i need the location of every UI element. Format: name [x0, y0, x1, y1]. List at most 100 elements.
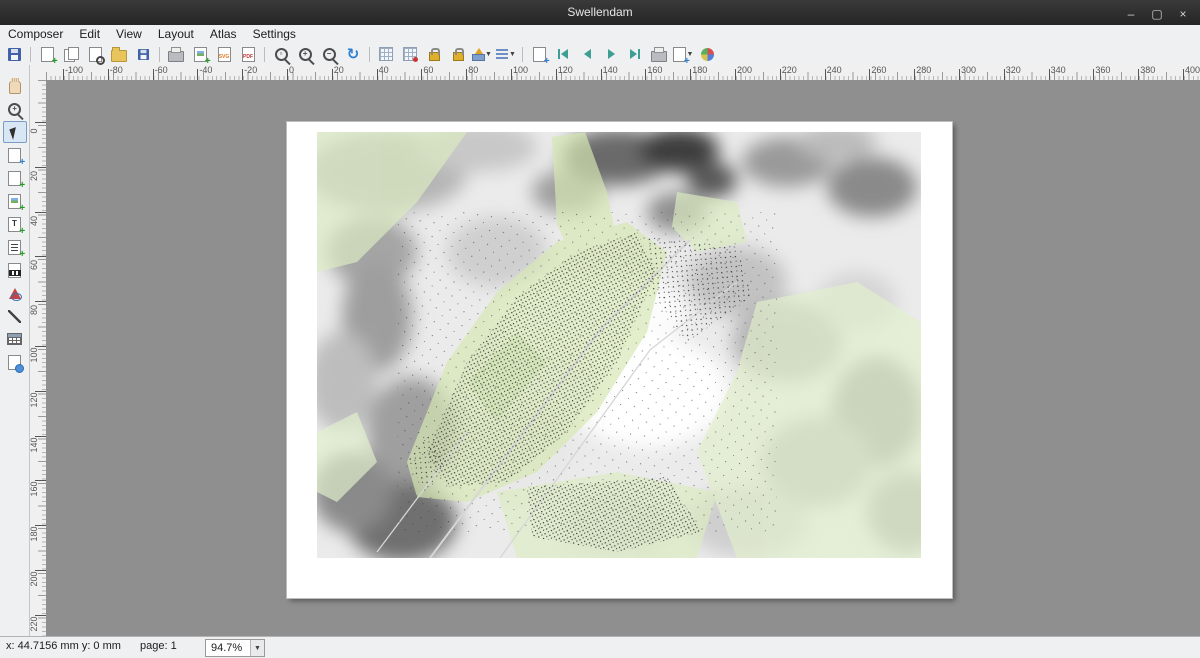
print-icon[interactable]: [165, 44, 187, 64]
swellendam-map-render: [317, 132, 921, 558]
raise-items-icon[interactable]: ▼: [471, 44, 493, 64]
toolbar-separator: [264, 47, 265, 62]
menu-settings[interactable]: Settings: [245, 25, 304, 43]
ruler-label: 80: [468, 65, 478, 75]
show-grid-icon[interactable]: [375, 44, 397, 64]
ruler-horizontal[interactable]: -100-80-60-40-20020406080100120140160180…: [46, 65, 1200, 81]
atlas-next-feature-icon[interactable]: [600, 44, 622, 64]
snap-to-grid-icon[interactable]: [399, 44, 421, 64]
zoom-tool[interactable]: +: [3, 98, 27, 120]
ruler-tick: [511, 69, 512, 80]
atlas-first-feature-icon[interactable]: [552, 44, 574, 64]
ruler-label: -80: [110, 65, 123, 75]
menu-view[interactable]: View: [108, 25, 150, 43]
ruler-tick: [601, 69, 602, 80]
toolbar-separator: [522, 47, 523, 62]
zoom-level-value[interactable]: 94.7%: [206, 642, 250, 654]
print-atlas-icon[interactable]: [648, 44, 670, 64]
ruler-tick: [556, 69, 557, 80]
ruler-tick: [1004, 69, 1005, 80]
align-items-icon[interactable]: ▼: [495, 44, 517, 64]
menu-edit[interactable]: Edit: [71, 25, 108, 43]
menu-bar: ComposerEditViewLayoutAtlasSettings: [0, 25, 1200, 43]
select-move-item-tool[interactable]: [3, 121, 27, 143]
ruler-label: 100: [513, 65, 528, 75]
save-as-template-icon[interactable]: [132, 44, 154, 64]
close-button[interactable]: ×: [1170, 4, 1196, 25]
ruler-label: 300: [961, 65, 976, 75]
menu-layout[interactable]: Layout: [150, 25, 202, 43]
add-label-tool[interactable]: [3, 213, 27, 235]
export-atlas-icon[interactable]: ▼: [672, 44, 694, 64]
ruler-label: 120: [558, 65, 573, 75]
page-indicator: page: 1: [140, 640, 177, 652]
add-scalebar-tool[interactable]: [3, 259, 27, 281]
title-bar[interactable]: Swellendam –▢×: [0, 0, 1200, 25]
add-image-tool[interactable]: [3, 190, 27, 212]
ruler-label: 40: [30, 209, 39, 233]
maximize-button[interactable]: ▢: [1144, 4, 1170, 25]
ruler-label: 240: [827, 65, 842, 75]
ruler-label: -40: [199, 65, 212, 75]
zoom-out-icon[interactable]: −: [318, 44, 340, 64]
ruler-label: 180: [692, 65, 707, 75]
zoom-full-icon[interactable]: ▫: [270, 44, 292, 64]
add-shape-tool[interactable]: [3, 282, 27, 304]
toolbar-separator: [369, 47, 370, 62]
composer-manager-icon[interactable]: [84, 44, 106, 64]
ruler-tick: [914, 69, 915, 80]
minimize-button[interactable]: –: [1118, 4, 1144, 25]
menu-composer[interactable]: Composer: [0, 25, 71, 43]
ruler-tick: [825, 69, 826, 80]
ruler-tick: [287, 69, 288, 80]
ruler-label: 220: [30, 612, 39, 636]
zoom-in-icon[interactable]: +: [294, 44, 316, 64]
duplicate-composition-icon[interactable]: [60, 44, 82, 64]
export-svg-icon[interactable]: SVG: [213, 44, 235, 64]
new-composition-icon[interactable]: [36, 44, 58, 64]
atlas-previous-feature-icon[interactable]: [576, 44, 598, 64]
add-html-frame-tool[interactable]: [3, 351, 27, 373]
export-image-icon[interactable]: [189, 44, 211, 64]
atlas-last-feature-icon[interactable]: [624, 44, 646, 64]
add-new-map-tool[interactable]: [3, 167, 27, 189]
ruler-label: 180: [30, 522, 39, 546]
save-project-icon[interactable]: [3, 44, 25, 64]
lock-items-icon[interactable]: [423, 44, 445, 64]
pan-tool[interactable]: [3, 75, 27, 97]
ruler-label: -20: [244, 65, 257, 75]
ruler-label: 200: [737, 65, 752, 75]
map-item[interactable]: [317, 132, 921, 558]
ruler-tick: [197, 69, 198, 80]
move-item-content-icon[interactable]: [528, 44, 550, 64]
ruler-vertical[interactable]: 020406080100120140160180200220: [30, 80, 47, 637]
ruler-label: 320: [1006, 65, 1021, 75]
zoom-level-combobox[interactable]: 94.7% ▼: [205, 639, 265, 657]
ruler-label: -60: [155, 65, 168, 75]
ruler-label: 60: [423, 65, 433, 75]
ruler-tick: [153, 69, 154, 80]
ruler-label: 340: [1051, 65, 1066, 75]
add-attribute-table-tool[interactable]: [3, 328, 27, 350]
ruler-tick: [645, 69, 646, 80]
unlock-items-icon[interactable]: [447, 44, 469, 64]
add-arrow-tool[interactable]: [3, 305, 27, 327]
ruler-label: 400: [1185, 65, 1200, 75]
layout-canvas[interactable]: [46, 80, 1200, 637]
refresh-view-icon[interactable]: ↻: [342, 44, 364, 64]
layout-page[interactable]: [287, 122, 952, 598]
window-title: Swellendam: [0, 0, 1200, 25]
move-item-content-tool[interactable]: [3, 144, 27, 166]
ruler-tick: [466, 69, 467, 80]
ruler-tick: [242, 69, 243, 80]
atlas-settings-icon[interactable]: [696, 44, 718, 64]
add-legend-tool[interactable]: [3, 236, 27, 258]
chevron-down-icon[interactable]: ▼: [250, 640, 264, 656]
ruler-tick: [108, 69, 109, 80]
load-template-icon[interactable]: [108, 44, 130, 64]
ruler-tick: [735, 69, 736, 80]
export-pdf-icon[interactable]: PDF: [237, 44, 259, 64]
menu-atlas[interactable]: Atlas: [202, 25, 245, 43]
ruler-tick: [1049, 69, 1050, 80]
main-toolbar: SVGPDF▫+−↻▼▼▼: [2, 43, 1200, 65]
